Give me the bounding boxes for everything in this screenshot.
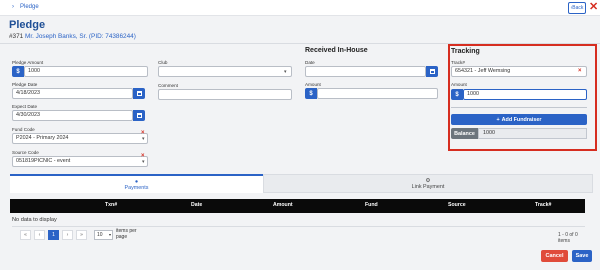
tracking-amount-input[interactable]: 1000 — [463, 89, 587, 100]
chevron-right-icon: › — [12, 4, 14, 10]
source-code-select[interactable]: 051819PICNIC - event — [12, 156, 148, 167]
tab-payments[interactable]: ● Payments — [10, 174, 263, 193]
column-header-txn[interactable]: Txn# — [105, 202, 117, 208]
dollar-icon: $ — [305, 88, 317, 99]
clear-icon[interactable]: × — [578, 68, 582, 74]
club-select[interactable] — [158, 66, 292, 77]
dollar-icon: $ — [12, 66, 24, 77]
fund-code-select[interactable]: P2024 - Primary 2024 — [12, 133, 148, 144]
add-fundraiser-button[interactable]: + Add Fundraiser — [451, 114, 587, 125]
fund-code-label: Fund Code — [12, 127, 35, 132]
breadcrumb-pledge[interactable]: Pledge — [20, 4, 39, 10]
expect-date-label: Expect Date — [12, 104, 38, 109]
received-in-house-title: Received In-House — [305, 47, 368, 54]
prev-page-button[interactable]: ‹ — [34, 230, 45, 240]
close-icon[interactable]: ✕ — [589, 1, 598, 14]
source-code-label: Source Code — [12, 150, 39, 155]
column-header-fund[interactable]: Fund — [365, 202, 378, 208]
pledge-amount-label: Pledge Amount — [12, 60, 44, 65]
column-header-source[interactable]: Source — [448, 202, 466, 208]
first-page-button[interactable]: « — [20, 230, 31, 240]
page-title: Pledge — [9, 19, 46, 31]
page-size-select[interactable]: 10 ▾ — [94, 230, 113, 240]
column-header-date[interactable]: Date — [191, 202, 202, 208]
expect-date-input[interactable]: 4/30/2023 — [12, 110, 133, 121]
divider — [451, 107, 587, 108]
pledge-amount-input[interactable]: 1000 — [24, 66, 148, 77]
column-header-amount[interactable]: Amount — [273, 202, 293, 208]
calendar-icon[interactable] — [133, 88, 145, 99]
empty-message: No data to display — [12, 217, 57, 223]
calendar-icon[interactable] — [133, 110, 145, 121]
back-button[interactable]: ‹ Back — [568, 2, 586, 14]
page-1-button[interactable]: 1 — [48, 230, 59, 240]
track-label: Track# — [451, 60, 465, 65]
record-number: #371 — [9, 33, 24, 40]
pager-info: 1 - 0 of 0 items — [558, 232, 578, 244]
balance-label: Balance — [451, 128, 478, 139]
record-subtitle: #371 Mr. Joseph Banks, Sr. (PID: 7438624… — [9, 33, 136, 40]
chevron-down-icon: ▾ — [142, 159, 145, 165]
chevron-down-icon: ▾ — [284, 69, 287, 75]
tracking-title: Tracking — [451, 48, 480, 55]
pager: « ‹ 1 › » 10 ▾ items per page 1 - 0 of 0… — [12, 226, 585, 244]
comment-input[interactable] — [158, 89, 292, 100]
save-button[interactable]: Save — [572, 250, 592, 262]
last-page-button[interactable]: » — [76, 230, 87, 240]
comment-label: Comment — [158, 83, 178, 88]
balance-value: 1000 — [478, 128, 587, 139]
received-amount-input[interactable] — [317, 88, 438, 99]
tab-link-payment[interactable]: ⚙ Link Payment — [263, 174, 593, 193]
chevron-down-icon: ▾ — [108, 232, 111, 237]
dollar-icon: $ — [451, 89, 463, 100]
club-label: Club — [158, 60, 168, 65]
page-size-label: items per page — [116, 228, 137, 240]
plus-icon: + — [496, 116, 500, 123]
calendar-icon[interactable] — [426, 66, 438, 77]
received-date-input[interactable] — [305, 66, 426, 77]
tracking-amount-label: Amount — [451, 82, 467, 87]
grid-header: Txn# Date Amount Fund Source Track# — [10, 199, 585, 213]
received-amount-label: Amount — [305, 82, 321, 87]
top-bar: › Pledge ‹ Back ✕ — [0, 0, 600, 16]
donor-link[interactable]: Mr. Joseph Banks, Sr. (PID: 74386244) — [25, 33, 136, 40]
next-page-button[interactable]: › — [62, 230, 73, 240]
chevron-down-icon: ▾ — [142, 136, 145, 142]
cancel-button[interactable]: Cancel — [541, 250, 568, 262]
track-select[interactable]: 654321 - Jeff Wemsing — [451, 66, 587, 77]
pledge-date-input[interactable]: 4/18/2023 — [12, 88, 133, 99]
received-date-label: Date — [305, 60, 315, 65]
tab-bar: ● Payments ⚙ Link Payment — [10, 174, 593, 193]
column-header-track[interactable]: Track# — [535, 202, 551, 208]
pledge-date-label: Pledge Date — [12, 82, 38, 87]
